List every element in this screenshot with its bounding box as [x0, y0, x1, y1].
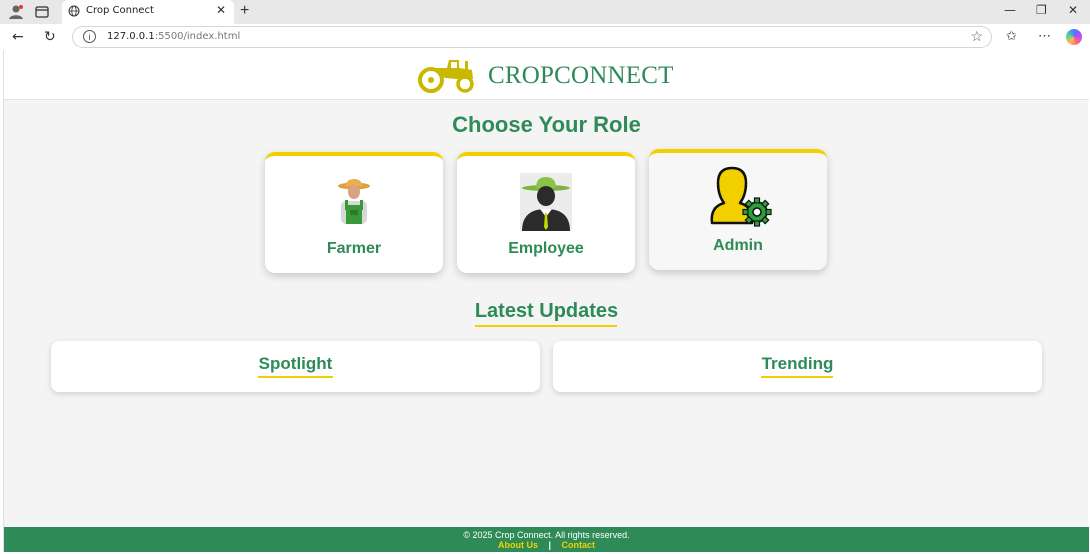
- restore-icon[interactable]: ❐: [1036, 3, 1047, 17]
- spotlight-card[interactable]: Spotlight: [51, 341, 540, 392]
- tractor-icon: [418, 60, 474, 93]
- contact-link[interactable]: Contact: [562, 540, 596, 550]
- trending-card[interactable]: Trending: [553, 341, 1042, 392]
- profile-icon[interactable]: [8, 4, 24, 20]
- updates-title-underline: [475, 325, 617, 327]
- browser-address-bar: ← ↻ i 127.0.0.1:5500/index.html ☆ ✩ ⋯: [0, 24, 1090, 50]
- spotlight-underline: [258, 376, 333, 378]
- role-section-title: Choose Your Role: [452, 112, 641, 137]
- star-icon[interactable]: ☆: [970, 28, 983, 45]
- more-icon[interactable]: ⋯: [1038, 28, 1051, 44]
- favorites-icon[interactable]: ✩: [1006, 28, 1017, 44]
- window-close-icon[interactable]: ✕: [1068, 3, 1078, 17]
- site-footer: © 2025 Crop Connect. All rights reserved…: [4, 527, 1089, 552]
- spotlight-label: Spotlight: [258, 354, 333, 373]
- copyright-text: © 2025 Crop Connect. All rights reserved…: [463, 530, 630, 540]
- admin-card[interactable]: Admin: [649, 149, 827, 270]
- site-header: CROPCONNECT: [4, 50, 1089, 100]
- url-field[interactable]: i 127.0.0.1:5500/index.html ☆: [72, 26, 992, 48]
- role-label-employee: Employee: [508, 240, 584, 257]
- trending-label: Trending: [761, 354, 834, 373]
- reload-icon[interactable]: ↻: [44, 29, 56, 45]
- copilot-icon[interactable]: [1066, 29, 1082, 45]
- tab-actions-icon[interactable]: [34, 4, 50, 20]
- about-us-link[interactable]: About Us: [498, 540, 538, 550]
- brand-name: CROPCONNECT: [488, 62, 674, 89]
- admin-icon: [710, 166, 772, 227]
- minimize-icon[interactable]: —: [1004, 3, 1016, 17]
- close-icon[interactable]: ✕: [216, 3, 226, 17]
- back-icon[interactable]: ←: [12, 29, 24, 45]
- employee-card[interactable]: Employee: [457, 152, 635, 273]
- role-label-farmer: Farmer: [326, 240, 382, 257]
- farmer-card[interactable]: Farmer: [265, 152, 443, 273]
- farmer-icon: [338, 179, 370, 224]
- footer-links: About Us | Contact: [4, 540, 1089, 550]
- updates-section-title: Latest Updates: [474, 300, 619, 322]
- url-text: 127.0.0.1:5500/index.html: [107, 31, 241, 42]
- web-page: CROPCONNECT Choose Your Role Farmer Empl…: [3, 50, 1089, 552]
- browser-tab-bar: Crop Connect ✕ + — ❐ ✕: [0, 0, 1090, 24]
- browser-tab[interactable]: Crop Connect ✕: [62, 0, 234, 24]
- tab-title: Crop Connect: [86, 5, 154, 16]
- info-icon[interactable]: i: [83, 30, 96, 43]
- employee-icon: [520, 173, 572, 231]
- role-label-admin: Admin: [713, 237, 763, 254]
- trending-underline: [761, 376, 833, 378]
- globe-icon: [68, 5, 80, 17]
- new-tab-icon[interactable]: +: [240, 2, 249, 20]
- footer-separator: |: [548, 540, 552, 550]
